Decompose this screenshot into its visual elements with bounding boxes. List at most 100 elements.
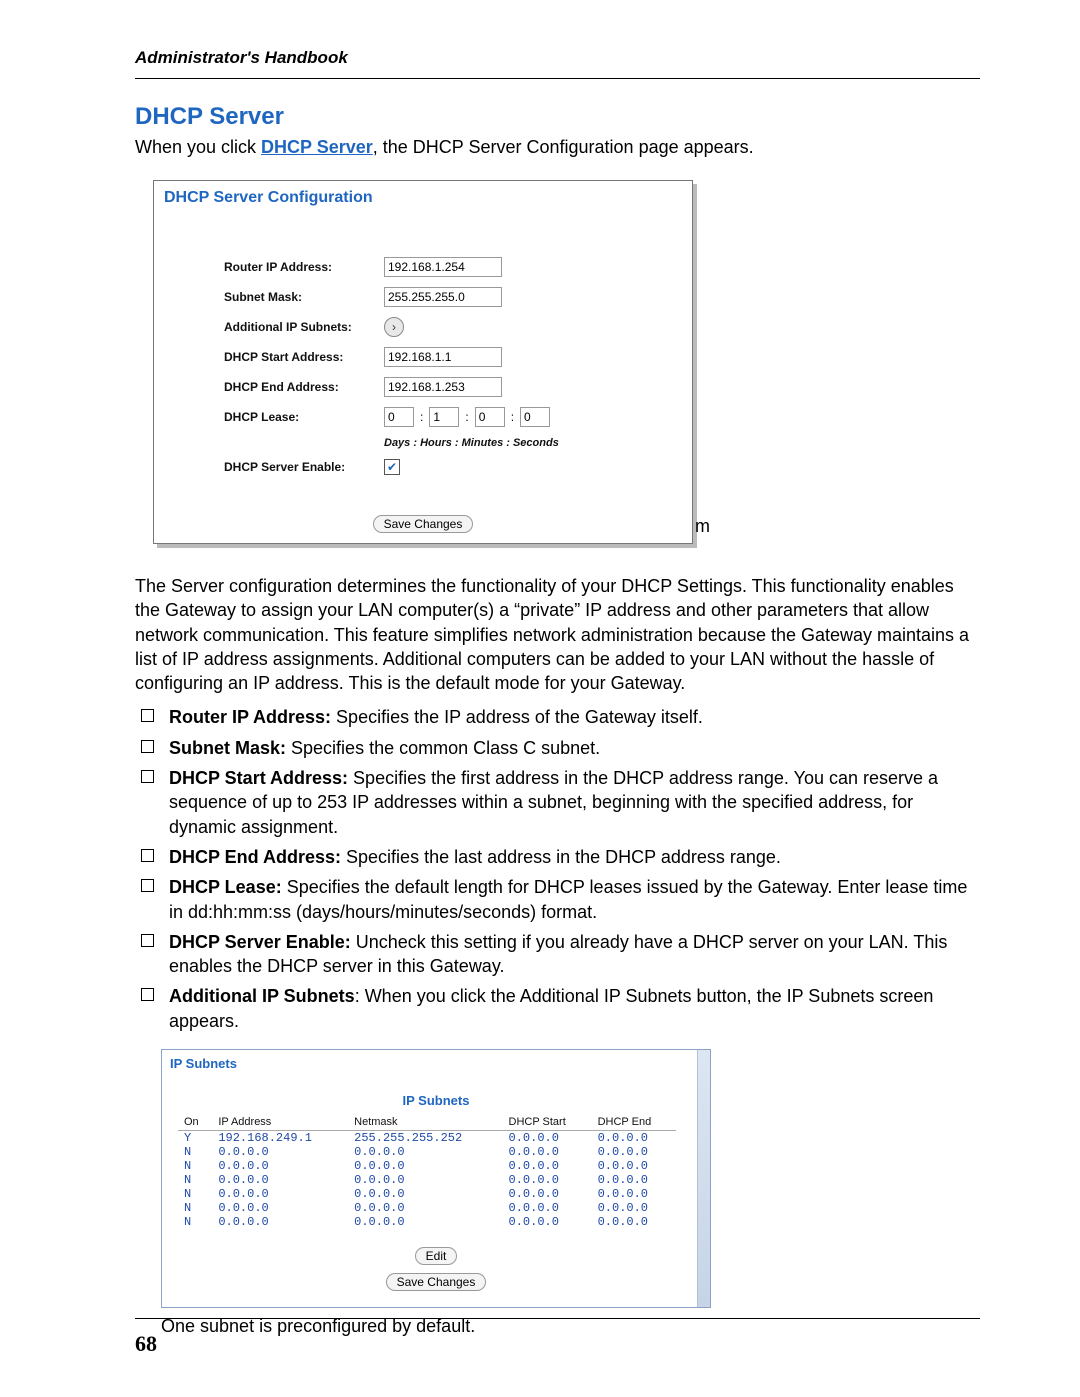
table-header: On bbox=[178, 1114, 212, 1131]
ip-subnets-panel: IP Subnets IP Subnets OnIP AddressNetmas… bbox=[161, 1049, 711, 1308]
subnet-mask-input[interactable] bbox=[384, 287, 502, 307]
header-divider bbox=[135, 78, 980, 79]
table-header: Netmask bbox=[348, 1114, 502, 1131]
table-cell: 0.0.0.0 bbox=[503, 1145, 592, 1159]
after-note: One subnet is preconfigured by default. bbox=[161, 1316, 980, 1337]
dhcp-start-input[interactable] bbox=[384, 347, 502, 367]
table-row[interactable]: N0.0.0.00.0.0.00.0.0.00.0.0.0 bbox=[178, 1201, 676, 1215]
label-additional-subnets: Additional IP Subnets: bbox=[224, 320, 384, 334]
bullet-text: Specifies the last address in the DHCP a… bbox=[341, 847, 781, 867]
chevron-right-icon: › bbox=[392, 320, 396, 334]
check-icon: ✔ bbox=[387, 460, 397, 474]
panel-title: DHCP Server Configuration bbox=[154, 181, 692, 207]
bullet-item: Subnet Mask: Specifies the common Class … bbox=[135, 736, 980, 760]
additional-subnets-button[interactable]: › bbox=[384, 317, 404, 337]
table-cell: N bbox=[178, 1173, 212, 1187]
lease-sep: : bbox=[465, 410, 468, 424]
table-cell: 255.255.255.252 bbox=[348, 1131, 502, 1146]
table-cell: 0.0.0.0 bbox=[503, 1173, 592, 1187]
table-cell: 0.0.0.0 bbox=[212, 1187, 348, 1201]
dhcp-config-panel: DHCP Server Configuration Router IP Addr… bbox=[153, 180, 693, 544]
intro-after: , the DHCP Server Configuration page app… bbox=[373, 137, 754, 157]
table-cell: N bbox=[178, 1215, 212, 1229]
bullet-bold: DHCP Server Enable: bbox=[169, 932, 351, 952]
table-cell: N bbox=[178, 1145, 212, 1159]
table-cell: N bbox=[178, 1159, 212, 1173]
intro-before: When you click bbox=[135, 137, 261, 157]
table-cell: 0.0.0.0 bbox=[592, 1173, 676, 1187]
table-cell: 0.0.0.0 bbox=[592, 1187, 676, 1201]
section-title: DHCP Server bbox=[135, 103, 980, 131]
bullet-text: Specifies the common Class C subnet. bbox=[286, 738, 600, 758]
label-subnet-mask: Subnet Mask: bbox=[224, 290, 384, 304]
table-cell: 0.0.0.0 bbox=[592, 1159, 676, 1173]
footer-divider bbox=[135, 1318, 980, 1319]
page-number: 68 bbox=[135, 1331, 157, 1357]
table-cell: 0.0.0.0 bbox=[348, 1187, 502, 1201]
label-server-enable: DHCP Server Enable: bbox=[224, 460, 384, 474]
dhcp-end-input[interactable] bbox=[384, 377, 502, 397]
table-cell: 0.0.0.0 bbox=[592, 1145, 676, 1159]
table-cell: 0.0.0.0 bbox=[592, 1201, 676, 1215]
dhcp-server-link[interactable]: DHCP Server bbox=[261, 137, 373, 157]
save-changes-button[interactable]: Save Changes bbox=[373, 515, 474, 533]
bullet-item: Router IP Address: Specifies the IP addr… bbox=[135, 705, 980, 729]
bullet-item: DHCP End Address: Specifies the last add… bbox=[135, 845, 980, 869]
lease-seconds-input[interactable] bbox=[520, 407, 550, 427]
table-cell: 0.0.0.0 bbox=[592, 1215, 676, 1229]
body-paragraph: The Server configuration determines the … bbox=[135, 574, 980, 695]
label-router-ip: Router IP Address: bbox=[224, 260, 384, 274]
table-cell: 0.0.0.0 bbox=[503, 1201, 592, 1215]
bullet-bold: Router IP Address: bbox=[169, 707, 331, 727]
subnets-table: OnIP AddressNetmaskDHCP StartDHCP End Y1… bbox=[178, 1114, 676, 1229]
subnets-save-button[interactable]: Save Changes bbox=[386, 1273, 487, 1291]
bullet-item: DHCP Server Enable: Uncheck this setting… bbox=[135, 930, 980, 979]
bullet-bold: DHCP End Address: bbox=[169, 847, 341, 867]
table-header: DHCP Start bbox=[503, 1114, 592, 1131]
lease-minutes-input[interactable] bbox=[475, 407, 505, 427]
doc-header: Administrator's Handbook bbox=[135, 48, 980, 68]
table-row[interactable]: N0.0.0.00.0.0.00.0.0.00.0.0.0 bbox=[178, 1159, 676, 1173]
table-row[interactable]: Y192.168.249.1255.255.255.2520.0.0.00.0.… bbox=[178, 1131, 676, 1146]
table-row[interactable]: N0.0.0.00.0.0.00.0.0.00.0.0.0 bbox=[178, 1187, 676, 1201]
bullet-text: Specifies the default length for DHCP le… bbox=[169, 877, 967, 921]
table-cell: 0.0.0.0 bbox=[503, 1215, 592, 1229]
table-cell: Y bbox=[178, 1131, 212, 1146]
subnets-heading: IP Subnets bbox=[162, 1071, 710, 1114]
lease-sep: : bbox=[420, 410, 423, 424]
lease-sep: : bbox=[511, 410, 514, 424]
bullet-item: DHCP Start Address: Specifies the first … bbox=[135, 766, 980, 839]
router-ip-input[interactable] bbox=[384, 257, 502, 277]
table-cell: 0.0.0.0 bbox=[592, 1131, 676, 1146]
table-cell: 0.0.0.0 bbox=[212, 1215, 348, 1229]
bullet-item: DHCP Lease: Specifies the default length… bbox=[135, 875, 980, 924]
server-enable-checkbox[interactable]: ✔ bbox=[384, 459, 400, 475]
table-cell: 0.0.0.0 bbox=[348, 1173, 502, 1187]
table-cell: 0.0.0.0 bbox=[503, 1159, 592, 1173]
label-dhcp-end: DHCP End Address: bbox=[224, 380, 384, 394]
table-header: IP Address bbox=[212, 1114, 348, 1131]
table-row[interactable]: N0.0.0.00.0.0.00.0.0.00.0.0.0 bbox=[178, 1215, 676, 1229]
edit-button[interactable]: Edit bbox=[415, 1247, 458, 1265]
table-cell: 0.0.0.0 bbox=[348, 1159, 502, 1173]
table-cell: 0.0.0.0 bbox=[348, 1145, 502, 1159]
label-dhcp-lease: DHCP Lease: bbox=[224, 410, 384, 424]
table-row[interactable]: N0.0.0.00.0.0.00.0.0.00.0.0.0 bbox=[178, 1173, 676, 1187]
lease-hours-input[interactable] bbox=[429, 407, 459, 427]
table-cell: 0.0.0.0 bbox=[212, 1145, 348, 1159]
bullet-bold: DHCP Lease: bbox=[169, 877, 282, 897]
table-cell: 192.168.249.1 bbox=[212, 1131, 348, 1146]
table-cell: 0.0.0.0 bbox=[212, 1201, 348, 1215]
table-cell: 0.0.0.0 bbox=[212, 1173, 348, 1187]
intro-line: When you click DHCP Server, the DHCP Ser… bbox=[135, 137, 980, 158]
table-cell: N bbox=[178, 1187, 212, 1201]
bullet-item: Additional IP Subnets: When you click th… bbox=[135, 984, 980, 1033]
table-cell: N bbox=[178, 1201, 212, 1215]
bullet-text: Specifies the IP address of the Gateway … bbox=[331, 707, 703, 727]
table-cell: 0.0.0.0 bbox=[348, 1215, 502, 1229]
table-cell: 0.0.0.0 bbox=[503, 1187, 592, 1201]
lease-days-input[interactable] bbox=[384, 407, 414, 427]
bullet-bold: Subnet Mask: bbox=[169, 738, 286, 758]
lease-caption: Days : Hours : Minutes : Seconds bbox=[384, 437, 678, 449]
table-row[interactable]: N0.0.0.00.0.0.00.0.0.00.0.0.0 bbox=[178, 1145, 676, 1159]
